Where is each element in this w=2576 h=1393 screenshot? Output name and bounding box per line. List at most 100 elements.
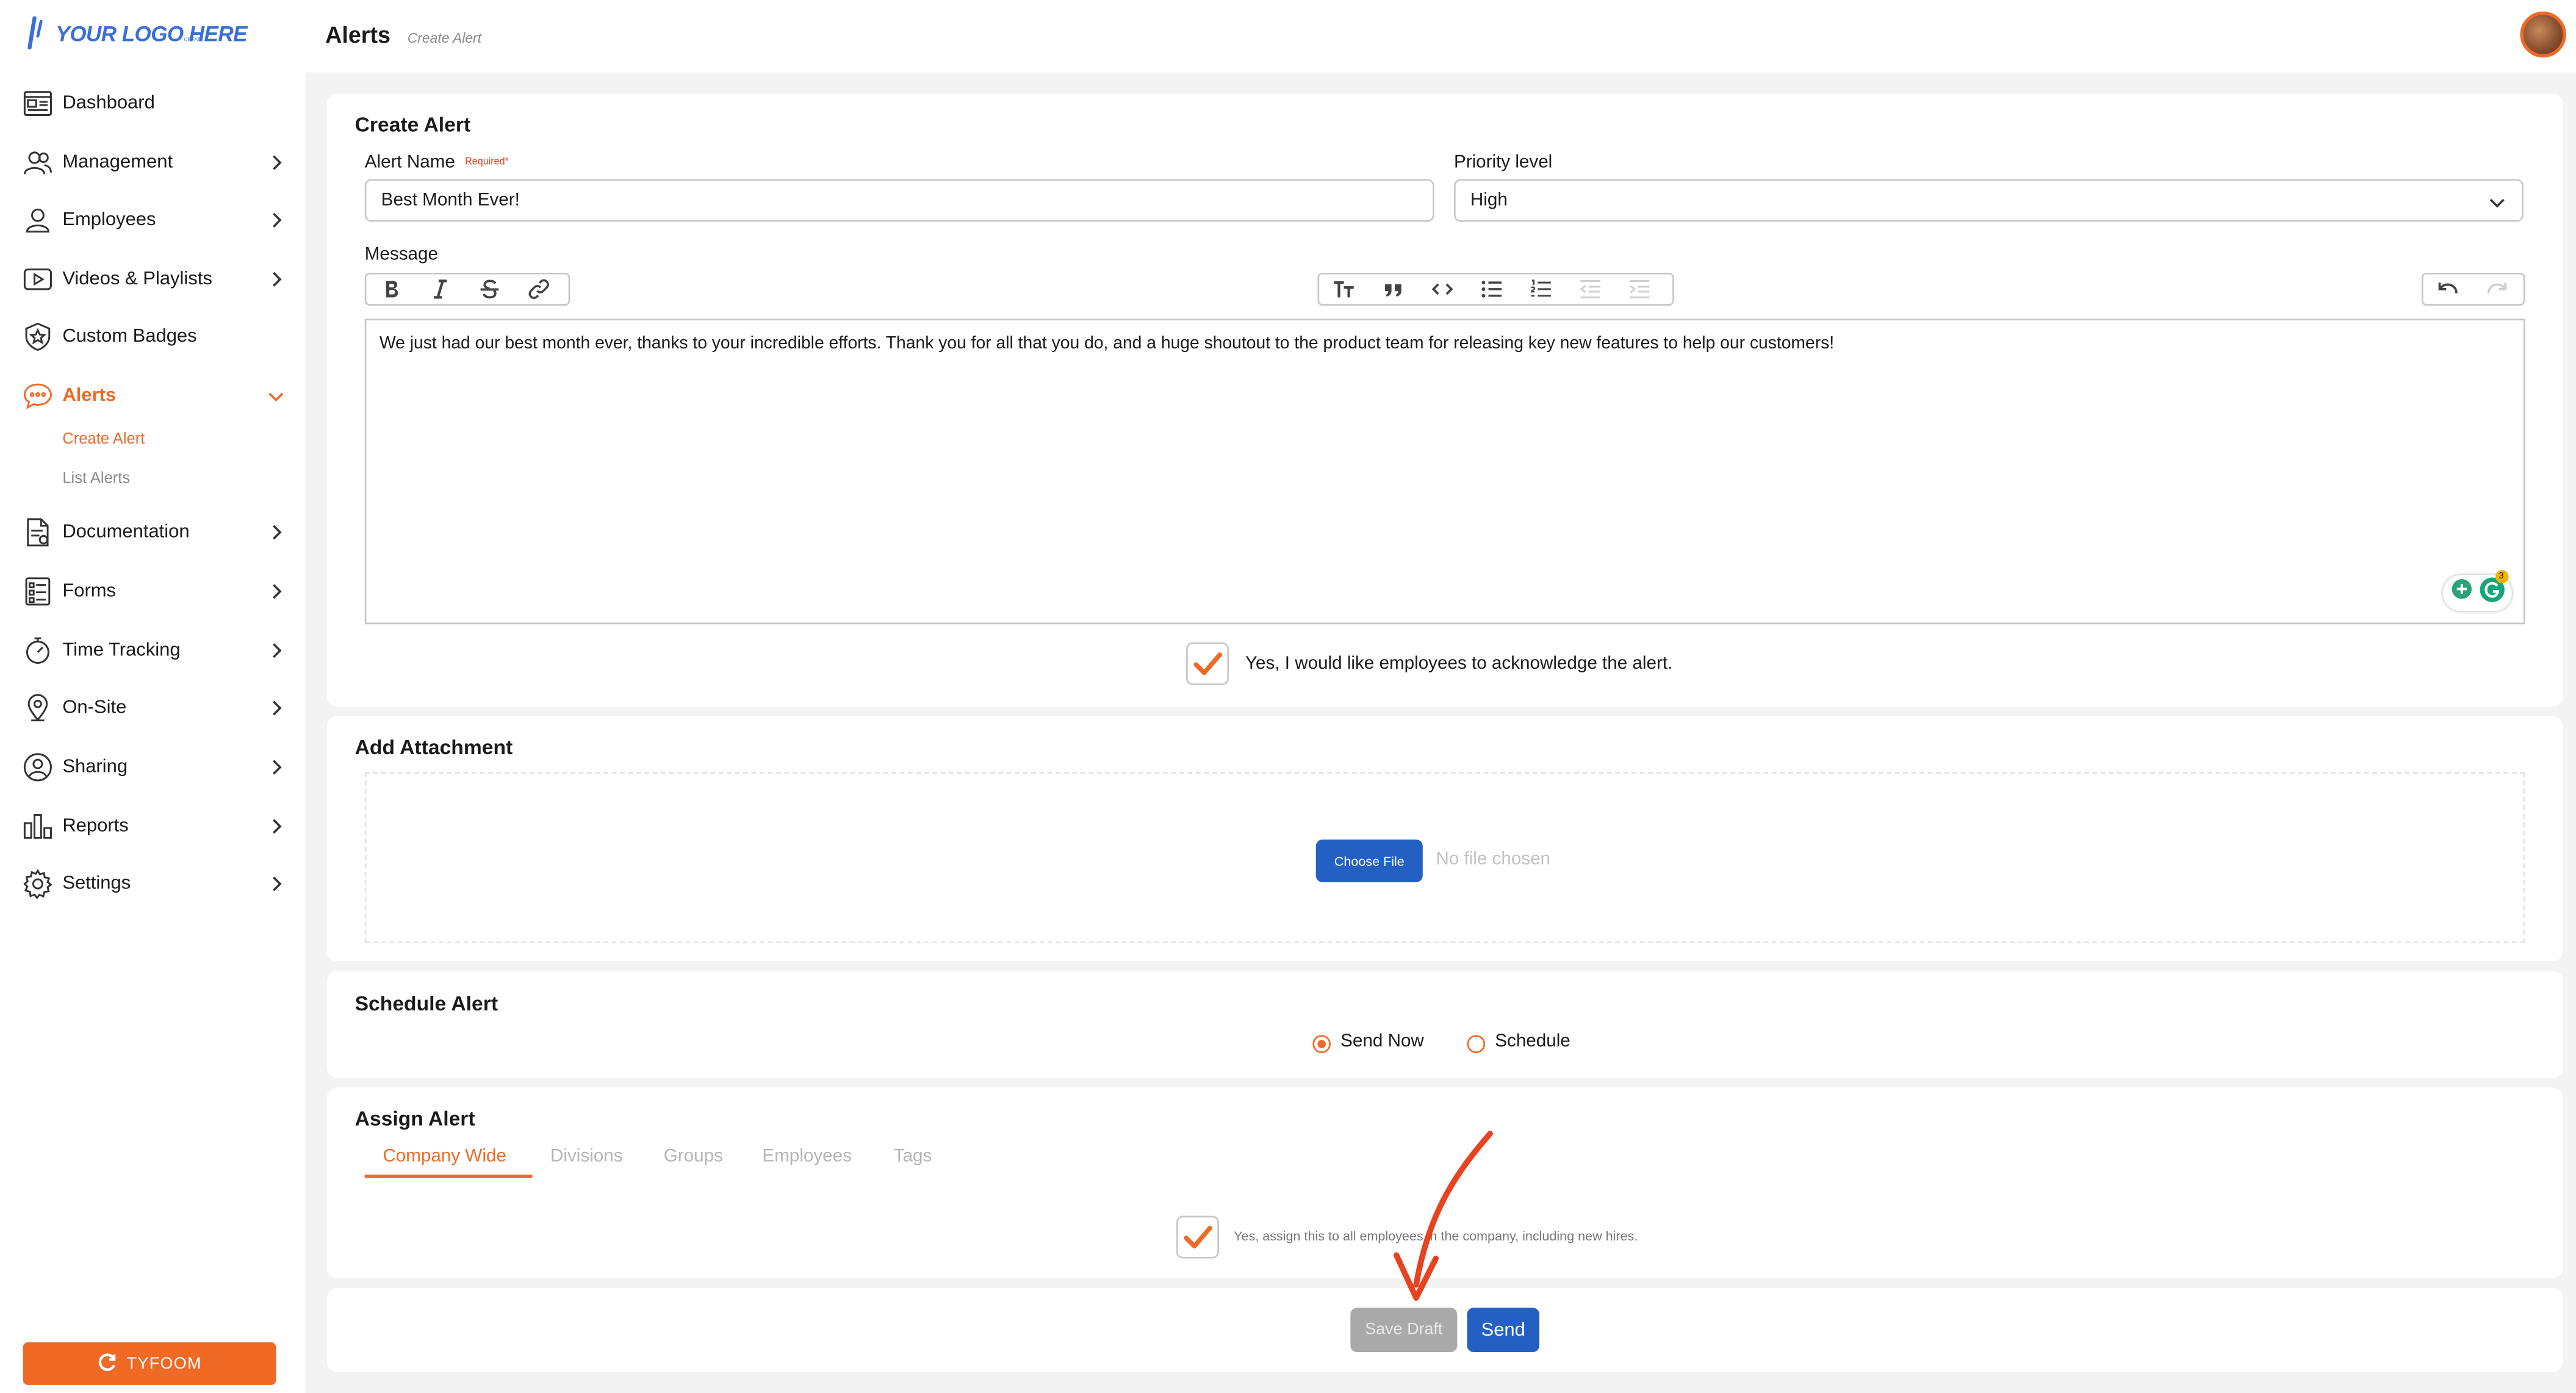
sidebar-item-custom-badges[interactable]: Custom Badges [0, 312, 306, 362]
chevron-down-icon [268, 387, 284, 404]
grammarly-widget[interactable]: 3 [2442, 569, 2512, 611]
assign-alert-title: Assign Alert [354, 1107, 475, 1131]
chevron-right-icon [268, 271, 284, 287]
sidebar-item-time-tracking[interactable]: Time Tracking [0, 626, 306, 675]
link-button[interactable] [514, 275, 564, 304]
sidebar-subitem-list-alerts[interactable]: List Alerts [62, 470, 130, 488]
outdent-button[interactable] [1566, 275, 1615, 304]
required-indicator: Required* [465, 157, 509, 168]
redo-button[interactable] [2472, 275, 2522, 304]
indent-icon [1630, 279, 1650, 298]
alert-name-input[interactable]: Best Month Ever! [364, 179, 1434, 222]
person-icon [23, 206, 52, 235]
assign-all-checkbox[interactable] [1176, 1215, 1219, 1259]
redo-icon [2487, 283, 2507, 293]
acknowledge-checkbox[interactable] [1186, 642, 1229, 685]
tab-company-wide[interactable]: Company Wide [383, 1146, 506, 1166]
message-label: Message [364, 245, 438, 265]
strikethrough-button[interactable] [465, 275, 514, 304]
numbered-list-button[interactable] [1516, 275, 1566, 304]
sidebar-item-sharing[interactable]: Sharing [0, 743, 306, 792]
page-title: Alerts [325, 21, 390, 48]
sidebar-item-label: Alerts [62, 386, 117, 406]
chevron-right-icon [268, 583, 284, 600]
sidebar-item-documentation[interactable]: Documentation [0, 508, 306, 557]
chevron-right-icon [268, 524, 284, 541]
sidebar-item-label: Sharing [62, 757, 128, 777]
grammarly-icon: 3 [2478, 569, 2508, 611]
logo[interactable]: YOUR LOGO HERE [26, 16, 247, 49]
chevron-right-icon [268, 643, 284, 659]
breadcrumb[interactable]: Create Alert [408, 29, 481, 46]
sidebar-item-management[interactable]: Management [0, 138, 306, 187]
numbered-list-icon [1530, 279, 1551, 297]
stopwatch-icon [23, 636, 52, 665]
badge-icon [23, 322, 52, 351]
tab-groups[interactable]: Groups [664, 1146, 723, 1166]
save-draft-button[interactable]: Save Draft [1350, 1308, 1458, 1353]
block-toolbar [1317, 272, 1674, 306]
sidebar-item-videos-playlists[interactable]: Videos & Playlists [0, 254, 306, 304]
formatting-toolbar [364, 272, 570, 306]
priority-level-label: Priority level [1453, 153, 1553, 173]
indent-button[interactable] [1615, 275, 1664, 304]
quote-button[interactable] [1369, 275, 1418, 304]
sidebar-item-label: Management [62, 153, 173, 173]
bold-button[interactable] [366, 275, 416, 304]
checkmark-icon [1184, 1225, 1212, 1249]
document-icon [23, 517, 52, 547]
tyfoom-button[interactable]: TYFOOM [23, 1342, 276, 1385]
sidebar-item-dashboard[interactable]: Dashboard [0, 79, 306, 128]
send-now-label[interactable]: Send Now [1340, 1032, 1424, 1051]
sidebar-item-label: Custom Badges [62, 326, 197, 347]
schedule-radio[interactable] [1467, 1035, 1486, 1053]
annotation-arrow-icon [1393, 1131, 1493, 1301]
priority-level-select[interactable]: High [1453, 179, 2524, 222]
sidebar-item-label: Forms [62, 581, 117, 602]
undo-button[interactable] [2423, 275, 2473, 304]
sidebar-item-employees[interactable]: Employees [0, 195, 306, 245]
send-now-radio[interactable] [1312, 1035, 1331, 1053]
bullet-list-button[interactable] [1467, 275, 1516, 304]
chevron-right-icon [268, 154, 284, 171]
schedule-alert-title: Schedule Alert [354, 992, 498, 1016]
sidebar-item-reports[interactable]: Reports [0, 802, 306, 851]
choose-file-button[interactable]: Choose File [1315, 839, 1423, 882]
sidebar-item-label: Settings [62, 874, 131, 894]
tab-employees[interactable]: Employees [762, 1146, 852, 1166]
message-editor[interactable]: We just had our best month ever, thanks … [364, 319, 2525, 625]
chevron-right-icon [268, 759, 284, 776]
sidebar-item-label: Dashboard [62, 93, 155, 113]
people-icon [23, 148, 52, 177]
bullet-list-icon [1481, 281, 1502, 298]
sidebar-item-on-site[interactable]: On-Site [0, 683, 306, 733]
heading-button[interactable] [1319, 275, 1369, 304]
play-icon [23, 265, 52, 294]
send-button[interactable]: Send [1467, 1308, 1539, 1353]
sidebar-item-label: Videos & Playlists [62, 269, 212, 289]
link-icon [528, 279, 549, 300]
code-button[interactable] [1418, 275, 1467, 304]
chevron-right-icon [268, 876, 284, 892]
sidebar-item-settings[interactable]: Settings [0, 859, 306, 909]
avatar[interactable] [2520, 11, 2566, 58]
alert-name-label: Alert Name Required* [364, 153, 509, 173]
history-toolbar [2421, 272, 2525, 306]
sidebar-subitem-create-alert[interactable]: Create Alert [62, 430, 145, 448]
create-alert-title: Create Alert [354, 113, 471, 137]
italic-button[interactable] [416, 275, 465, 304]
sidebar-item-alerts[interactable]: Alerts [0, 372, 306, 421]
tab-tags[interactable]: Tags [894, 1146, 932, 1166]
chat-bubble-icon [23, 381, 52, 411]
gear-icon [23, 869, 52, 899]
chevron-right-icon [268, 212, 284, 228]
bold-icon [386, 281, 398, 298]
italic-icon [433, 279, 447, 299]
sidebar-item-forms[interactable]: Forms [0, 567, 306, 616]
tab-divisions[interactable]: Divisions [550, 1146, 623, 1166]
priority-level-value: High [1470, 190, 1508, 211]
logo-subtext: CREATE [184, 36, 204, 43]
sidebar-item-label: Reports [62, 816, 129, 837]
sidebar: YOUR LOGO HERE CREATE Dashboard Manageme… [0, 0, 306, 1393]
schedule-label[interactable]: Schedule [1495, 1032, 1570, 1051]
